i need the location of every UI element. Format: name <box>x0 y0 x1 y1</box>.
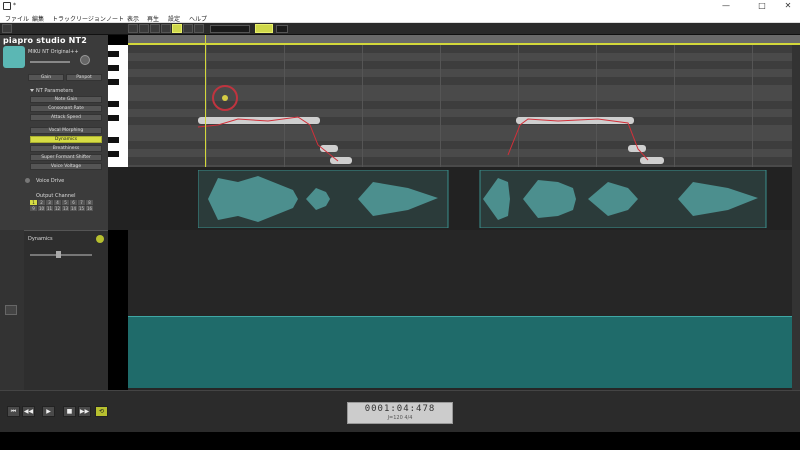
minimize-button[interactable]: — <box>716 1 736 11</box>
dynamics-label: Dynamics <box>28 236 53 242</box>
gain-slider[interactable] <box>30 61 70 63</box>
singer-name: MIKU NT Original++ <box>28 49 79 55</box>
channel-5[interactable]: 5 <box>62 200 69 205</box>
pen-tool-icon[interactable] <box>139 24 149 33</box>
breathiness-button[interactable]: Breathiness <box>30 145 102 152</box>
dynamics-panel: Dynamics <box>24 230 108 390</box>
scissors-tool-icon[interactable] <box>183 24 193 33</box>
add-track-button[interactable] <box>2 24 12 33</box>
mouse-cursor-icon <box>222 95 228 101</box>
dynamics-curve-fill[interactable] <box>128 316 792 388</box>
pitch-tool-icon[interactable] <box>172 24 182 33</box>
vertical-scrollbar[interactable] <box>792 45 800 390</box>
window-title: * <box>13 2 16 9</box>
line-tool-icon[interactable] <box>150 24 160 33</box>
timeline-ruler[interactable] <box>128 35 800 45</box>
voice-voltage-button[interactable]: Voice Voltage <box>30 163 102 170</box>
waveform-layer <box>198 170 767 228</box>
grid-select[interactable] <box>276 25 288 33</box>
channel-9[interactable]: 9 <box>30 206 37 211</box>
stop-button[interactable]: ■ <box>63 406 76 417</box>
channel-8[interactable]: 8 <box>86 200 93 205</box>
channel-16[interactable]: 16 <box>86 206 93 211</box>
notes-layer <box>197 85 664 164</box>
maximize-button[interactable]: □ <box>752 1 772 11</box>
rewind-button[interactable]: ◀◀ <box>22 406 35 417</box>
menu-edit[interactable]: 編集 <box>32 14 44 23</box>
channel-12[interactable]: 12 <box>54 206 61 211</box>
snap-toggle[interactable] <box>255 24 273 33</box>
panpot-button[interactable]: Panpot <box>66 74 102 81</box>
dynamics-toggle[interactable] <box>96 235 104 243</box>
collapse-icon[interactable] <box>30 89 34 92</box>
menu-bar: ファイル 編集 トラック リージョン ノート 表示 再生 設定 ヘルプ <box>0 12 800 23</box>
attack-speed-button[interactable]: Attack Speed <box>30 114 102 121</box>
channel-4[interactable]: 4 <box>54 200 61 205</box>
eraser-tool-icon[interactable] <box>161 24 171 33</box>
check-icon[interactable] <box>5 305 17 315</box>
menu-play[interactable]: 再生 <box>147 14 159 23</box>
quantize-select[interactable] <box>210 25 250 33</box>
output-channel-label: Output Channel <box>36 193 76 199</box>
output-channel-grid[interactable]: 1 2 3 4 5 6 7 8 9 10 11 12 13 14 15 16 <box>30 200 93 215</box>
bottom-margin <box>0 432 800 450</box>
piano-keys[interactable] <box>108 45 128 167</box>
piano-keys-svg <box>108 51 119 157</box>
play-button[interactable]: ▶ <box>42 406 55 417</box>
dynamics-button[interactable]: Dynamics <box>30 136 102 143</box>
dynamics-slider-handle[interactable] <box>56 251 61 258</box>
note-block[interactable] <box>330 157 352 164</box>
menu-view[interactable]: 表示 <box>127 14 139 23</box>
fast-forward-button[interactable]: ▶▶ <box>78 406 91 417</box>
voice-drive-toggle[interactable] <box>25 178 30 183</box>
channel-13[interactable]: 13 <box>62 206 69 211</box>
note-gain-button[interactable]: Note Gain <box>30 96 102 103</box>
app-logo: piapro studio NT2 <box>3 36 87 45</box>
pitch-curve <box>507 118 649 161</box>
nt-params-header: NT Parameters <box>36 88 74 94</box>
channel-7[interactable]: 7 <box>78 200 85 205</box>
note-block[interactable] <box>640 157 664 164</box>
channel-6[interactable]: 6 <box>70 200 77 205</box>
channel-15[interactable]: 15 <box>78 206 85 211</box>
channel-3[interactable]: 3 <box>46 200 53 205</box>
menu-file[interactable]: ファイル <box>5 14 29 23</box>
singer-avatar <box>3 46 25 68</box>
menu-settings[interactable]: 設定 <box>168 14 180 23</box>
channel-11[interactable]: 11 <box>46 206 53 211</box>
pointer-tool-icon[interactable] <box>128 24 138 33</box>
panpot-knob[interactable] <box>80 55 90 65</box>
dynamics-slider[interactable] <box>30 254 92 256</box>
channel-14[interactable]: 14 <box>70 206 77 211</box>
channel-1[interactable]: 1 <box>30 200 37 205</box>
gain-button[interactable]: Gain <box>28 74 64 81</box>
vocal-morphing-button[interactable]: Vocal Morphing <box>30 127 102 134</box>
channel-10[interactable]: 10 <box>38 206 45 211</box>
menu-help[interactable]: ヘルプ <box>189 14 207 23</box>
time-readout: 0001:04:478 <box>364 404 436 414</box>
app-icon <box>3 2 11 10</box>
menu-region[interactable]: リージョン <box>76 14 106 23</box>
close-button[interactable]: ✕ <box>778 1 798 11</box>
consonant-rate-button[interactable]: Consonant Rate <box>30 105 102 112</box>
voice-drive-label: Voice Drive <box>36 178 65 184</box>
menu-track[interactable]: トラック <box>52 14 76 23</box>
rewind-to-start-button[interactable]: ⏮ <box>7 406 20 417</box>
menu-note[interactable]: ノート <box>106 14 124 23</box>
channel-2[interactable]: 2 <box>38 200 45 205</box>
toolbar <box>0 23 800 35</box>
loop-button[interactable]: ⟲ <box>95 406 108 417</box>
title-bar: * — □ ✕ <box>0 0 800 12</box>
tempo-readout: J=120 4/4 <box>387 415 413 421</box>
zoom-tool-icon[interactable] <box>194 24 204 33</box>
super-formant-shifter-button[interactable]: Super Formant Shifter <box>30 154 102 161</box>
